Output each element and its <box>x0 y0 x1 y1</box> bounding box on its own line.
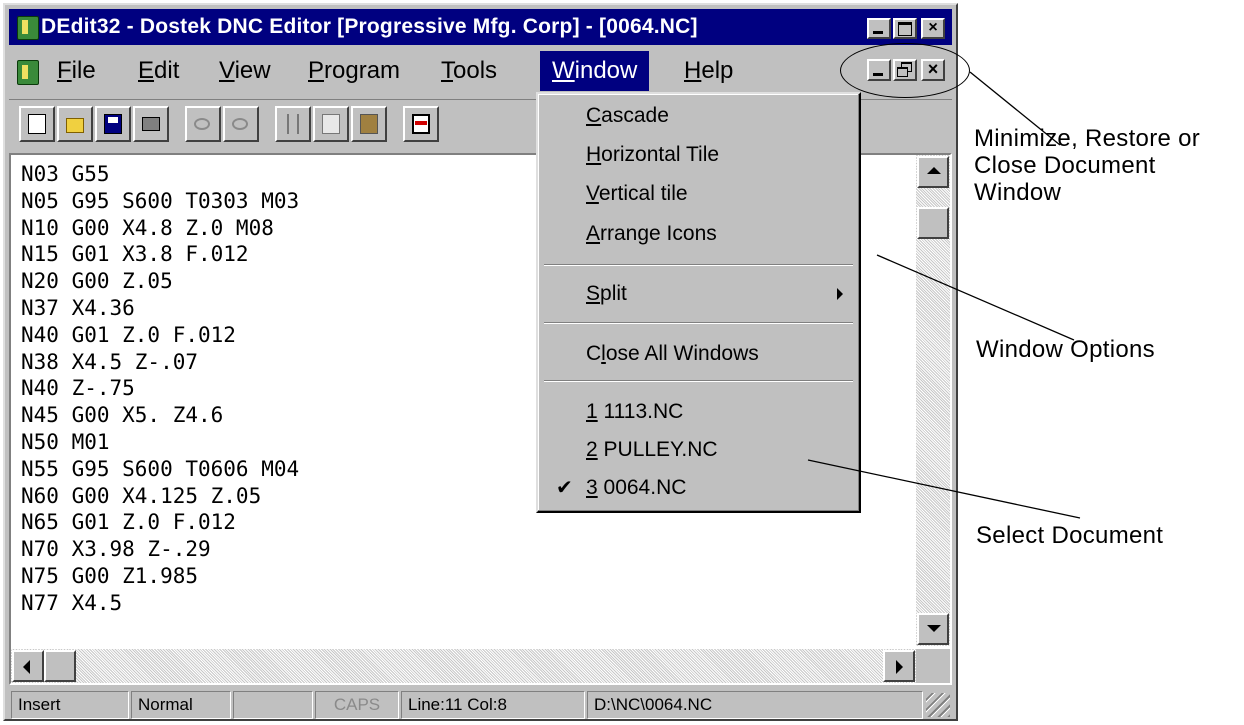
annotation-min-restore-close: Minimize, Restore or Close Document Wind… <box>974 125 1200 206</box>
annotation-select-document: Select Document <box>976 522 1164 549</box>
leader-line-window-options <box>876 254 1075 341</box>
annotation-line-3: Window <box>974 179 1062 206</box>
leader-line-select-document <box>807 459 1081 519</box>
annotation-line-2: Close Document <box>974 152 1156 179</box>
annotation-window-options: Window Options <box>976 336 1155 363</box>
annotation-line-1: Minimize, Restore or <box>974 125 1201 152</box>
